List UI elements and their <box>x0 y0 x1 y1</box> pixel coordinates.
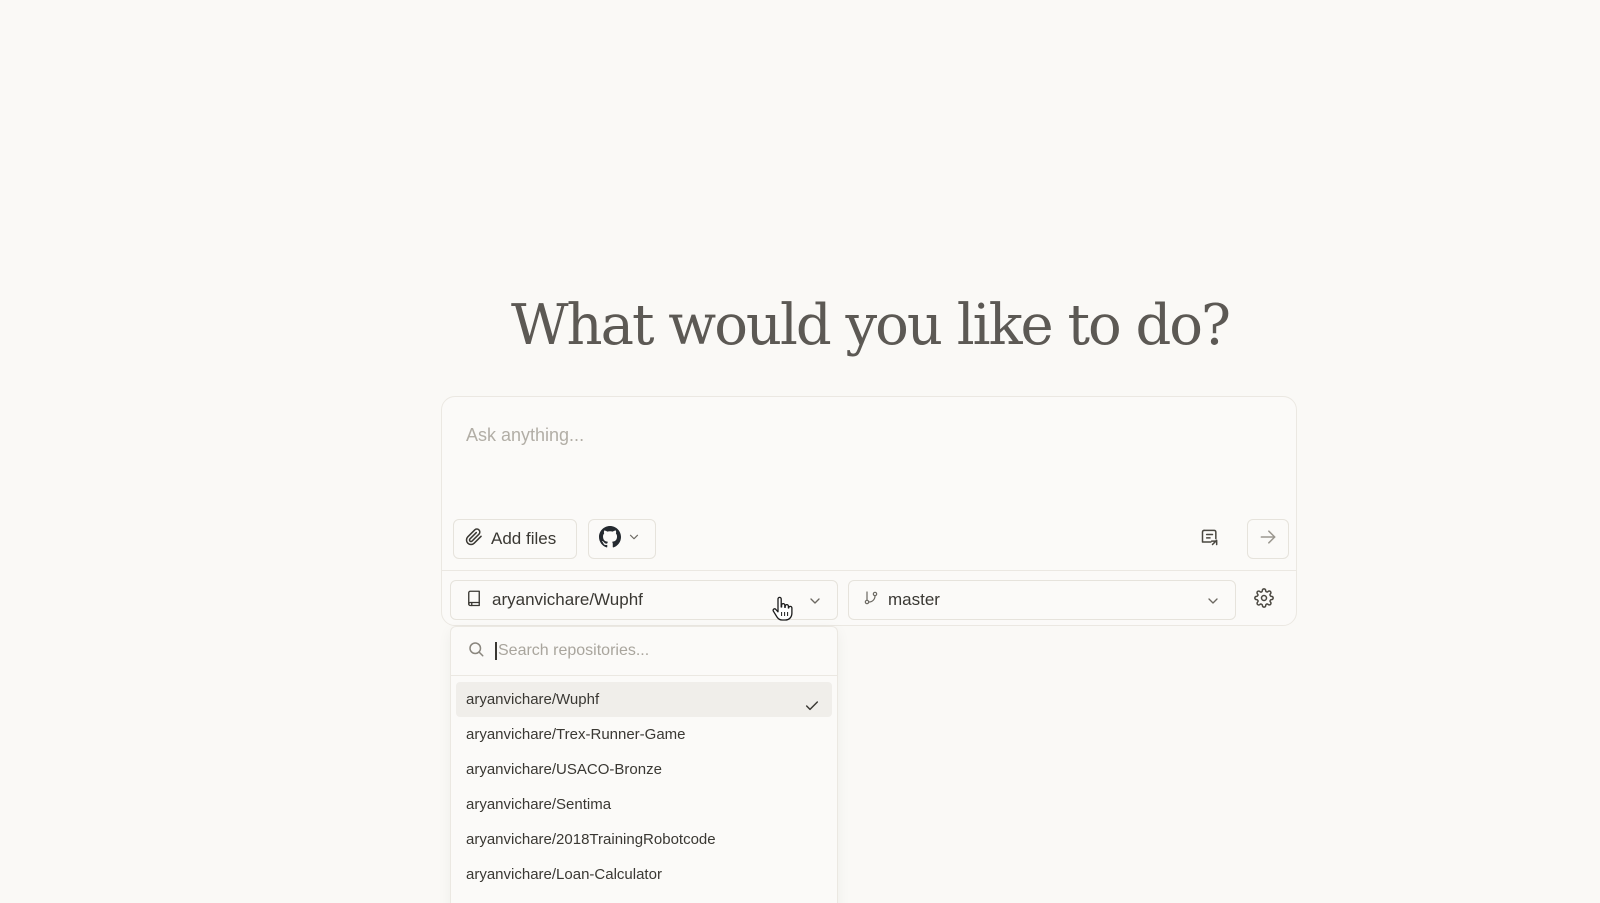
repo-list: aryanvichare/Wuphf aryanvichare/Trex-Run… <box>451 676 837 892</box>
page-title: What would you like to do? <box>510 293 1231 358</box>
repo-list-item-label: aryanvichare/Trex-Runner-Game <box>466 726 686 743</box>
arrow-right-icon <box>1258 527 1278 552</box>
chevron-down-icon <box>807 593 823 614</box>
branch-select-value: master <box>888 590 940 609</box>
repo-list-item[interactable]: aryanvichare/Sentima <box>456 787 832 822</box>
repo-list-item-label: aryanvichare/Loan-Calculator <box>466 866 662 883</box>
repo-list-item[interactable]: aryanvichare/Wuphf <box>456 682 832 717</box>
send-button[interactable] <box>1247 519 1289 559</box>
composer: Add files aryanvichare/Wuphf <box>441 396 1297 626</box>
settings-button[interactable] <box>1248 584 1280 616</box>
repo-search <box>451 627 837 676</box>
chevron-down-icon <box>1205 593 1221 614</box>
repo-list-item-label: aryanvichare/USACO-Bronze <box>466 761 662 778</box>
page: What would you like to do? Add files <box>0 0 1600 903</box>
chevron-down-icon <box>627 530 641 549</box>
hand-pointer-icon <box>771 596 793 627</box>
repo-list-item-label: aryanvichare/Sentima <box>466 796 612 813</box>
git-branch-icon <box>863 590 879 611</box>
repo-list-item[interactable]: aryanvichare/Loan-Calculator <box>456 857 832 892</box>
repo-list-item[interactable]: aryanvichare/2018TrainingRobotcode <box>456 822 832 857</box>
paperclip-icon <box>465 527 483 551</box>
add-files-label: Add files <box>491 529 557 548</box>
repo-list-item[interactable]: aryanvichare/Trex-Runner-Game <box>456 717 832 752</box>
repo-list-item-label: aryanvichare/Wuphf <box>466 691 600 708</box>
repo-list-item-label: aryanvichare/2018TrainingRobotcode <box>466 831 716 848</box>
gear-icon <box>1254 587 1274 613</box>
search-icon <box>467 640 485 663</box>
repo-icon <box>465 589 483 612</box>
branch-select[interactable]: master <box>848 580 1236 620</box>
ask-input[interactable] <box>466 425 1266 446</box>
github-menu-button[interactable] <box>588 519 656 559</box>
repo-dropdown: aryanvichare/Wuphf aryanvichare/Trex-Run… <box>450 626 838 903</box>
repo-list-item[interactable]: aryanvichare/USACO-Bronze <box>456 752 832 787</box>
notes-button[interactable] <box>1189 519 1231 559</box>
add-files-button[interactable]: Add files <box>453 519 577 559</box>
composer-divider <box>442 570 1296 571</box>
github-icon <box>599 525 621 553</box>
repo-select-value: aryanvichare/Wuphf <box>492 590 643 609</box>
repo-search-input[interactable] <box>495 642 818 660</box>
notes-icon <box>1200 527 1220 552</box>
